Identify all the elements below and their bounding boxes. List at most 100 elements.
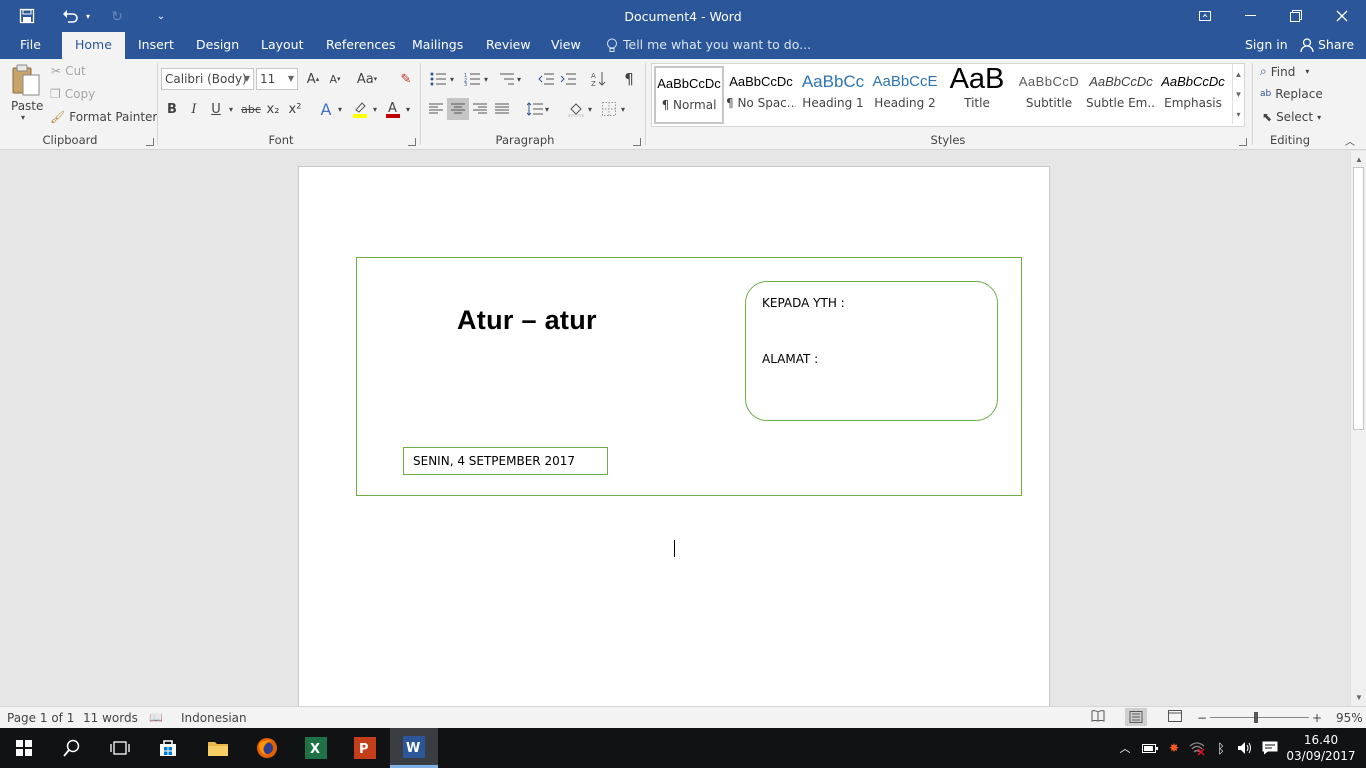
sign-in-link[interactable]: Sign in (1245, 32, 1288, 58)
replace-button[interactable]: ab Replace (1260, 87, 1323, 101)
underline-button[interactable]: U (205, 98, 227, 120)
paragraph-launcher-icon[interactable] (633, 138, 641, 146)
style-emphasis[interactable]: AaBbCcDc Emphasis (1158, 66, 1228, 124)
store-icon[interactable] (144, 728, 192, 768)
battery-icon[interactable] (1140, 728, 1160, 768)
show-hidden-icons-icon[interactable]: ︿ (1116, 728, 1134, 768)
vertical-scrollbar[interactable]: ▲ ▼ (1350, 151, 1366, 706)
zoom-out-icon[interactable]: − (1197, 711, 1207, 725)
file-explorer-icon[interactable] (194, 728, 242, 768)
task-view-icon[interactable] (96, 728, 144, 768)
sort-icon[interactable]: AZ (588, 68, 610, 90)
select-button[interactable]: ⬉ Select ▾ (1262, 110, 1321, 124)
clipboard-launcher-icon[interactable] (146, 138, 154, 146)
proofing-icon[interactable]: 📖 (149, 711, 163, 724)
bluetooth-icon[interactable]: ᛒ (1212, 728, 1230, 768)
zoom-slider-thumb[interactable] (1254, 712, 1258, 723)
tab-view[interactable]: View (538, 32, 594, 59)
scroll-down-icon[interactable]: ▼ (1351, 690, 1366, 704)
bold-button[interactable]: B (161, 98, 183, 120)
styles-scroll-up-icon[interactable]: ▲ (1232, 64, 1244, 84)
zoom-slider[interactable] (1210, 717, 1309, 718)
style-normal[interactable]: AaBbCcDc ¶ Normal (654, 66, 724, 124)
style-subtitle[interactable]: AaBbCcD Subtitle (1014, 66, 1084, 124)
tab-insert[interactable]: Insert (125, 32, 187, 59)
tab-mailings[interactable]: Mailings (399, 32, 476, 59)
tab-review[interactable]: Review (473, 32, 544, 59)
read-mode-icon[interactable] (1091, 710, 1105, 725)
print-layout-icon[interactable] (1125, 708, 1147, 726)
tab-file[interactable]: File (7, 32, 54, 59)
network-icon[interactable] (1187, 728, 1207, 768)
page-count[interactable]: Page 1 of 1 (7, 711, 74, 725)
windows-start-icon[interactable] (0, 728, 48, 768)
close-icon[interactable] (1328, 0, 1356, 32)
font-name-combo[interactable]: Calibri (Body) ▼ (161, 68, 254, 90)
tab-references[interactable]: References (313, 32, 408, 59)
font-size-combo[interactable]: 11 ▼ (256, 68, 298, 90)
italic-button[interactable]: I (183, 98, 205, 120)
shading-dropdown-icon[interactable]: ▾ (584, 98, 596, 120)
style-subtle-emphasis[interactable]: AaBbCcDc Subtle Em... (1086, 66, 1156, 124)
format-painter-button[interactable]: 🖌 Format Painter (50, 110, 157, 124)
paste-icon[interactable] (11, 63, 41, 97)
subscript-button[interactable]: x₂ (262, 98, 284, 120)
language-indicator[interactable]: Indonesian (181, 711, 247, 725)
volume-icon[interactable] (1235, 728, 1255, 768)
tell-me-search[interactable]: Tell me what you want to do... (623, 32, 811, 59)
style-title[interactable]: AaB Title (942, 66, 1012, 124)
address-box[interactable]: KEPADA YTH : ALAMAT : (745, 281, 998, 421)
clear-formatting-icon[interactable]: ✎ (395, 68, 417, 90)
powerpoint-icon[interactable]: P (341, 728, 389, 768)
align-right-icon[interactable] (469, 98, 491, 120)
underline-dropdown-icon[interactable]: ▾ (225, 98, 237, 120)
collapse-ribbon-icon[interactable]: ︿ (1345, 133, 1355, 148)
word-icon[interactable]: W (390, 728, 438, 768)
scroll-up-icon[interactable]: ▲ (1351, 152, 1366, 166)
font-color-dropdown-icon[interactable]: ▾ (402, 98, 414, 120)
share-button[interactable]: Share (1318, 32, 1354, 58)
antivirus-icon[interactable]: ✸ (1164, 728, 1184, 768)
tab-home[interactable]: Home (62, 32, 125, 60)
search-icon[interactable] (48, 728, 96, 768)
system-clock[interactable]: 16.40 03/09/2017 (1282, 732, 1360, 764)
numbering-dropdown-icon[interactable]: ▾ (480, 68, 492, 90)
paste-button[interactable]: Paste (11, 99, 43, 113)
superscript-button[interactable]: x² (284, 98, 306, 120)
grow-font-icon[interactable]: A ▴ (302, 68, 324, 90)
highlight-icon[interactable] (349, 98, 371, 120)
highlight-dropdown-icon[interactable]: ▾ (369, 98, 381, 120)
bullets-dropdown-icon[interactable]: ▾ (446, 68, 458, 90)
styles-more-icon[interactable]: ▾ (1232, 104, 1244, 124)
zoom-in-icon[interactable]: + (1312, 711, 1322, 725)
tab-layout[interactable]: Layout (248, 32, 317, 59)
web-layout-icon[interactable] (1168, 710, 1182, 725)
shrink-font-icon[interactable]: A ▾ (324, 68, 346, 90)
find-button[interactable]: ⌕ Find ▾ (1260, 64, 1309, 79)
minimize-icon[interactable] (1236, 0, 1264, 32)
font-color-icon[interactable]: A (382, 98, 404, 120)
style-no-spacing[interactable]: AaBbCcDc ¶ No Spac... (726, 66, 796, 124)
ribbon-display-options-icon[interactable] (1190, 0, 1220, 32)
change-case-button[interactable]: Aa ▾ (352, 68, 382, 90)
style-heading-2[interactable]: AaBbCcE Heading 2 (870, 66, 940, 124)
letter-frame[interactable]: Atur – atur KEPADA YTH : ALAMAT : SENIN,… (356, 257, 1022, 496)
show-formatting-marks-icon[interactable]: ¶ (618, 68, 640, 90)
strikethrough-button[interactable]: abc (240, 98, 262, 120)
firefox-icon[interactable] (243, 728, 291, 768)
word-count[interactable]: 11 words (83, 711, 138, 725)
styles-launcher-icon[interactable] (1239, 138, 1247, 146)
borders-dropdown-icon[interactable]: ▾ (617, 98, 629, 120)
decrease-indent-icon[interactable] (535, 68, 557, 90)
styles-scroll-down-icon[interactable]: ▼ (1232, 84, 1244, 104)
justify-icon[interactable] (491, 98, 513, 120)
action-center-icon[interactable] (1260, 728, 1280, 768)
font-launcher-icon[interactable] (408, 138, 416, 146)
document-page[interactable]: Atur – atur KEPADA YTH : ALAMAT : SENIN,… (298, 166, 1050, 706)
zoom-level[interactable]: 95% (1336, 711, 1363, 725)
increase-indent-icon[interactable] (557, 68, 579, 90)
line-spacing-dropdown-icon[interactable]: ▾ (541, 98, 553, 120)
style-heading-1[interactable]: AaBbCc Heading 1 (798, 66, 868, 124)
align-center-icon[interactable] (447, 98, 469, 120)
excel-icon[interactable]: X (292, 728, 340, 768)
